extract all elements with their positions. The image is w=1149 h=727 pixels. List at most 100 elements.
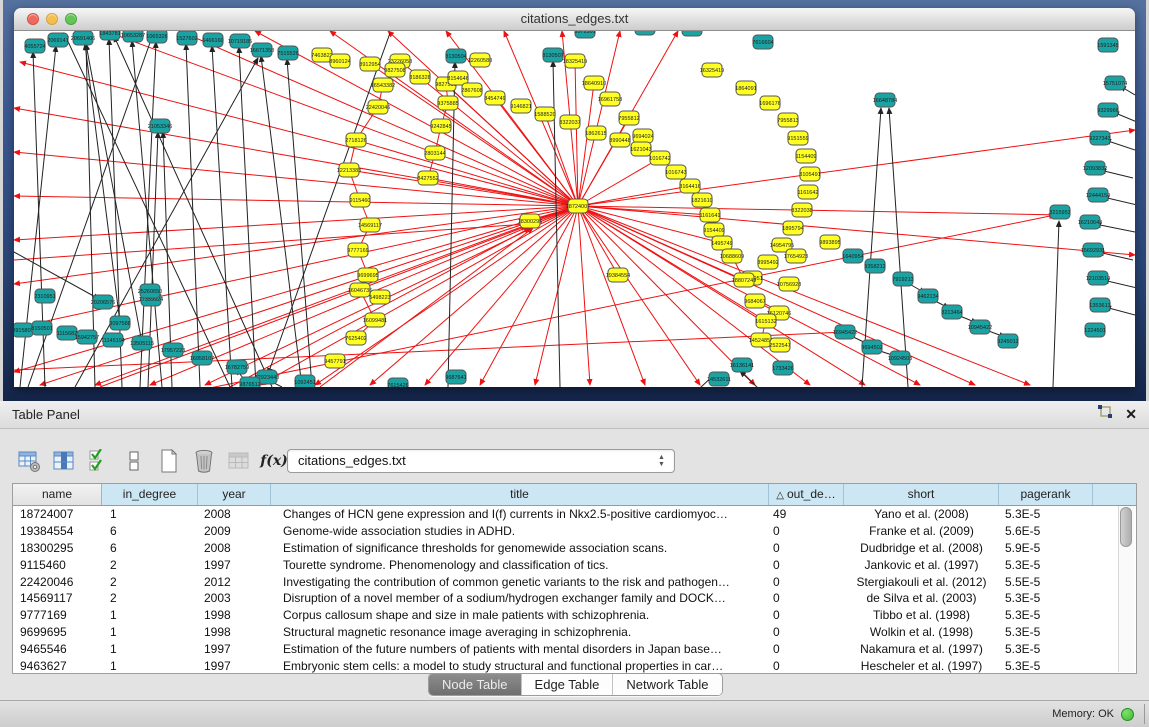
close-panel-icon[interactable]: ✕ [1125,401,1137,428]
network-node[interactable]: 1862615 [585,126,606,140]
network-node[interactable]: 1495749 [711,236,732,250]
network-node[interactable]: 18325419 [563,54,587,68]
table-cell-year[interactable]: 2008 [198,541,271,555]
table-cell-title[interactable]: Estimation of the future numbers of pati… [271,642,769,656]
network-node[interactable]: 7919213 [892,272,913,286]
table-cell-out_degree[interactable]: 0 [769,575,844,589]
network-node[interactable]: 12103514 [1086,271,1110,285]
float-panel-icon[interactable] [1097,405,1113,425]
network-node[interactable]: 1621043 [630,142,651,156]
network-node[interactable]: 9694502 [861,340,882,354]
network-canvas[interactable]: 4055724206914120691406184378110653287106… [14,31,1135,387]
network-node[interactable]: 5572301 [574,31,595,38]
network-node[interactable]: 9699695 [357,268,378,282]
table-cell-year[interactable]: 1997 [198,642,271,656]
network-edge[interactable] [14,206,578,240]
network-node[interactable]: 18807249 [732,273,756,287]
network-node[interactable]: 22420046 [366,100,390,114]
network-node[interactable]: 10719185 [228,34,252,48]
table-cell-short[interactable]: Yano et al. (2008) [844,507,999,521]
network-node[interactable]: 16099481 [363,313,387,327]
network-node[interactable]: 8322038 [791,203,812,217]
network-node[interactable]: 4055724 [24,39,45,53]
network-node[interactable]: 1161641 [699,208,720,222]
table-cell-in_degree[interactable]: 2 [102,558,198,572]
network-edge[interactable] [578,83,594,206]
network-node[interactable]: 8130507 [542,48,563,62]
table-cell-title[interactable]: Investigating the contribution of common… [271,575,769,589]
table-cell-pagerank[interactable]: 5.3E-5 [999,625,1093,639]
network-edge[interactable] [889,108,908,387]
table-cell-out_degree[interactable]: 49 [769,507,844,521]
tab-network-table[interactable]: Network Table [613,674,721,695]
table-cell-pagerank[interactable]: 5.3E-5 [999,591,1093,605]
network-node[interactable]: 1664816 [634,31,655,35]
table-row[interactable]: 969969511998Structural magnetic resonanc… [13,624,1136,641]
network-node[interactable]: 8454749 [484,91,505,105]
network-edge[interactable] [14,108,578,206]
table-row[interactable]: 1830029562008Estimation of significance … [13,540,1136,557]
table-scrollbar[interactable] [1118,506,1134,672]
network-node[interactable]: 9687641 [445,370,466,384]
table-cell-title[interactable]: Tourette syndrome. Phenomenology and cla… [271,558,769,572]
table-cell-in_degree[interactable]: 6 [102,541,198,555]
network-node[interactable]: 9375885 [437,96,458,110]
network-node[interactable]: 8150501 [31,321,52,335]
column-header-out-degree[interactable]: △out_de… [769,484,844,505]
table-cell-out_degree[interactable]: 0 [769,659,844,673]
column-header-in-degree[interactable]: in_degree [102,484,198,505]
table-cell-in_degree[interactable]: 2 [102,591,198,605]
table-cell-out_degree[interactable]: 0 [769,541,844,555]
network-node[interactable]: 9227343 [1089,131,1110,145]
network-node[interactable]: 1527602 [176,31,197,45]
network-node[interactable]: 8995492 [757,255,778,269]
zoom-window-button[interactable] [65,13,77,25]
network-node[interactable]: 14569117 [358,218,382,232]
network-node[interactable]: 9154409 [703,223,724,237]
network-window-titlebar[interactable]: citations_edges.txt [14,8,1135,31]
network-node[interactable]: 1224501 [1084,323,1105,337]
table-cell-name[interactable]: 22420046 [13,575,102,589]
table-cell-year[interactable]: 2009 [198,524,271,538]
table-cell-year[interactable]: 1998 [198,608,271,622]
network-node[interactable]: 2522547 [769,338,790,352]
network-node[interactable]: 10756928 [777,277,801,291]
network-node[interactable]: 21053346 [148,119,172,133]
table-cell-short[interactable]: de Silva et al. (2003) [844,591,999,605]
network-edge[interactable] [578,130,1135,206]
table-cell-name[interactable]: 14569117 [13,591,102,605]
table-row[interactable]: 911546021997Tourette syndrome. Phenomeno… [13,556,1136,573]
network-node[interactable]: 8960124 [329,54,350,68]
network-node[interactable]: 16961758 [598,92,622,106]
table-row[interactable]: 1872400712008Changes of HCN gene express… [13,506,1136,523]
tab-edge-table[interactable]: Edge Table [522,674,614,695]
network-node[interactable]: 15942757 [75,330,99,344]
network-node[interactable]: 10945422 [968,320,992,334]
table-cell-name[interactable]: 9699695 [13,625,102,639]
network-node[interactable]: 10924503 [888,351,912,365]
network-edge[interactable] [578,206,755,385]
network-node[interactable]: 10688609 [720,249,744,263]
network-node[interactable]: 7625402 [345,331,366,345]
network-node[interactable]: 1615132 [755,314,776,328]
network-edge[interactable] [1053,221,1059,387]
delete-columns-button[interactable] [191,447,217,475]
table-row[interactable]: 2242004622012Investigating the contribut… [13,573,1136,590]
network-node[interactable]: 12260588 [468,53,492,67]
network-node[interactable]: 8322037 [559,115,580,129]
network-node[interactable]: 16210643 [1078,215,1102,229]
table-cell-name[interactable]: 18724007 [13,507,102,521]
table-cell-short[interactable]: Dudbridge et al. (2008) [844,541,999,555]
network-node[interactable]: 16136141 [730,358,754,372]
table-cell-year[interactable]: 1998 [198,625,271,639]
network-node[interactable]: 11145194 [101,333,125,347]
column-header-name[interactable]: name [13,484,102,505]
network-node[interactable]: 16945422 [833,325,857,339]
network-node[interactable]: 1588520 [534,107,555,121]
table-cell-title[interactable]: Genome-wide association studies in ADHD. [271,524,769,538]
network-node[interactable]: 9777169 [347,243,368,257]
network-node[interactable]: 1065328 [146,31,167,43]
network-node[interactable]: 17957223 [161,343,185,357]
network-node[interactable]: 1640954 [842,249,863,263]
table-cell-out_degree[interactable]: 0 [769,608,844,622]
